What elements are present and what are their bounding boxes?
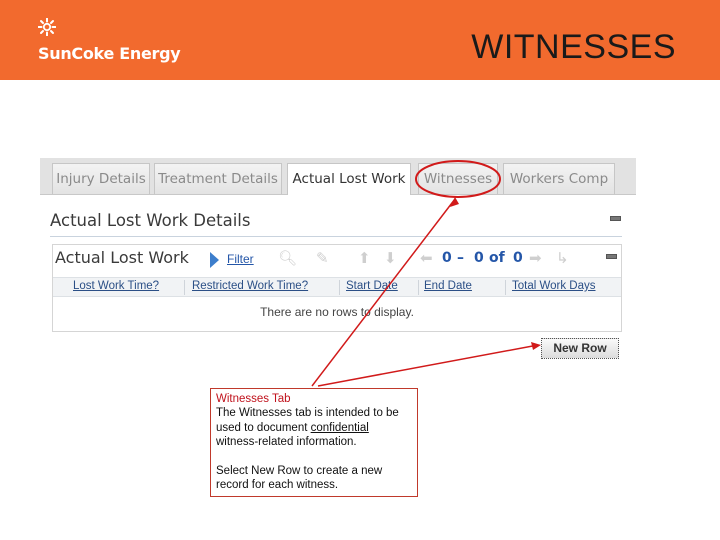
annotation-overlay: [311, 160, 541, 387]
witnesses-highlight-ring: [415, 160, 501, 198]
arrowhead-new-row: [531, 342, 541, 350]
pointer-to-witnesses: [311, 198, 456, 387]
arrowhead-witnesses: [450, 197, 459, 207]
pointer-to-new-row: [317, 344, 539, 387]
